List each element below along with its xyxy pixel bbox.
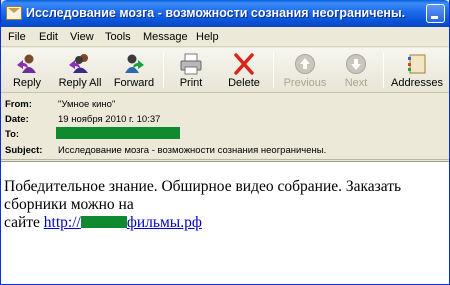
addresses-button[interactable]: Addresses bbox=[390, 50, 444, 90]
reply-button[interactable]: Reply bbox=[7, 50, 47, 90]
toolbar-separator bbox=[273, 52, 274, 88]
link-suffix: фильмы.рф bbox=[126, 214, 202, 231]
delete-icon bbox=[234, 53, 254, 75]
next-label: Next bbox=[344, 77, 368, 89]
menu-file[interactable]: File bbox=[8, 31, 26, 43]
previous-label: Previous bbox=[283, 77, 327, 89]
menu-bar: File Edit View Tools Message Help bbox=[1, 27, 449, 47]
forward-icon bbox=[125, 54, 144, 73]
envelope-icon bbox=[6, 6, 22, 20]
reply-all-icon bbox=[69, 54, 88, 73]
subject-label: Subject: bbox=[5, 145, 43, 156]
link-prefix: http:// bbox=[43, 214, 81, 231]
window-title: Исследование мозга - возможности сознани… bbox=[26, 6, 406, 20]
reply-label: Reply bbox=[12, 77, 42, 89]
forward-button[interactable]: Forward bbox=[111, 50, 157, 90]
print-button[interactable]: Print bbox=[171, 50, 211, 90]
toolbar-separator bbox=[163, 52, 164, 88]
arrow-up-icon bbox=[295, 54, 315, 74]
to-label: To: bbox=[5, 129, 20, 140]
body-paragraph: Победительное знание. Обширное видео соб… bbox=[4, 178, 402, 213]
previous-button[interactable]: Previous bbox=[280, 50, 330, 90]
body-text: Победительное знание. Обширное видео соб… bbox=[4, 178, 448, 232]
reply-all-button[interactable]: Reply All bbox=[53, 50, 107, 90]
website-link[interactable]: http:// фильмы.рф bbox=[44, 214, 202, 231]
forward-label: Forward bbox=[113, 77, 155, 89]
toolbar: Reply Reply All Forward Print Delete Pre… bbox=[1, 48, 449, 93]
body-site-label: сайте bbox=[4, 214, 40, 231]
message-body: Победительное знание. Обширное видео соб… bbox=[1, 161, 449, 284]
delete-button[interactable]: Delete bbox=[223, 50, 265, 90]
menu-tools[interactable]: Tools bbox=[105, 31, 131, 43]
printer-icon bbox=[180, 53, 202, 75]
menu-help[interactable]: Help bbox=[196, 31, 219, 43]
email-window: Исследование мозга - возможности сознани… bbox=[0, 0, 450, 285]
minimize-button[interactable] bbox=[426, 4, 445, 23]
date-label: Date: bbox=[5, 114, 29, 125]
title-bar[interactable]: Исследование мозга - возможности сознани… bbox=[1, 0, 449, 27]
reply-icon bbox=[17, 54, 36, 73]
next-button[interactable]: Next bbox=[338, 50, 374, 90]
message-headers: From: "Умное кино" Date: 19 ноября 2010 … bbox=[1, 94, 449, 160]
subject-value: Исследование мозга - возможности сознани… bbox=[58, 145, 327, 156]
address-book-icon bbox=[408, 54, 426, 74]
menu-message[interactable]: Message bbox=[143, 31, 188, 43]
from-label: From: bbox=[5, 99, 32, 110]
delete-label: Delete bbox=[228, 77, 260, 89]
date-value: 19 ноября 2010 г. 10:37 bbox=[58, 114, 161, 125]
redacted-domain bbox=[80, 216, 127, 228]
redacted-recipient bbox=[56, 127, 180, 139]
menu-view[interactable]: View bbox=[70, 31, 94, 43]
print-label: Print bbox=[179, 77, 203, 89]
from-value[interactable]: "Умное кино" bbox=[58, 99, 115, 110]
toolbar-separator bbox=[383, 52, 384, 88]
reply-all-label: Reply All bbox=[58, 77, 102, 89]
menu-edit[interactable]: Edit bbox=[39, 31, 58, 43]
arrow-down-icon bbox=[346, 54, 366, 74]
addresses-label: Addresses bbox=[391, 77, 443, 89]
